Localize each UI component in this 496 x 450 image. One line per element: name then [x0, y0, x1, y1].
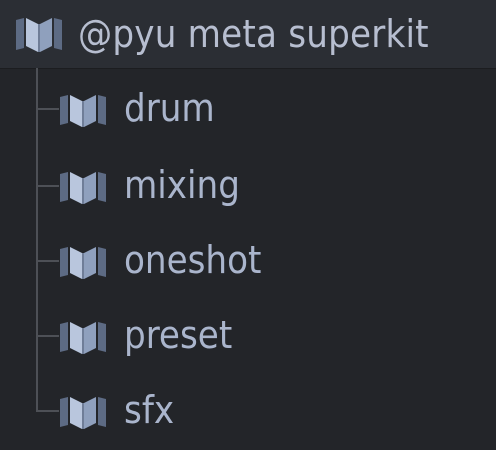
tree-branch-line [37, 108, 59, 110]
tree-item-label: drum [124, 86, 215, 130]
tree-branch-line [37, 260, 59, 262]
open-folder-icon [58, 93, 108, 127]
tree-item-label: preset [124, 313, 233, 357]
open-folder-icon [58, 170, 108, 204]
root-folder-label: @pyu meta superkit [78, 12, 429, 56]
tree-item-oneshot[interactable]: oneshot [0, 224, 496, 296]
tree-branch-line [37, 185, 59, 187]
open-folder-icon [58, 245, 108, 279]
tree-item-label: oneshot [124, 238, 262, 282]
tree-root-folder-row[interactable]: @pyu meta superkit [0, 0, 496, 69]
open-folder-icon [58, 395, 108, 429]
tree-item-label: mixing [124, 163, 240, 207]
tree-item-sfx[interactable]: sfx [0, 374, 496, 446]
open-folder-icon [14, 16, 64, 52]
open-folder-icon [58, 320, 108, 354]
file-browser-tree: @pyu meta superkit drum mixing oneshot p… [0, 0, 496, 450]
tree-branch-line [37, 410, 59, 412]
tree-item-mixing[interactable]: mixing [0, 149, 496, 221]
tree-branch-line [37, 335, 59, 337]
tree-item-label: sfx [124, 388, 175, 432]
tree-item-drum[interactable]: drum [0, 72, 496, 144]
tree-item-preset[interactable]: preset [0, 299, 496, 371]
